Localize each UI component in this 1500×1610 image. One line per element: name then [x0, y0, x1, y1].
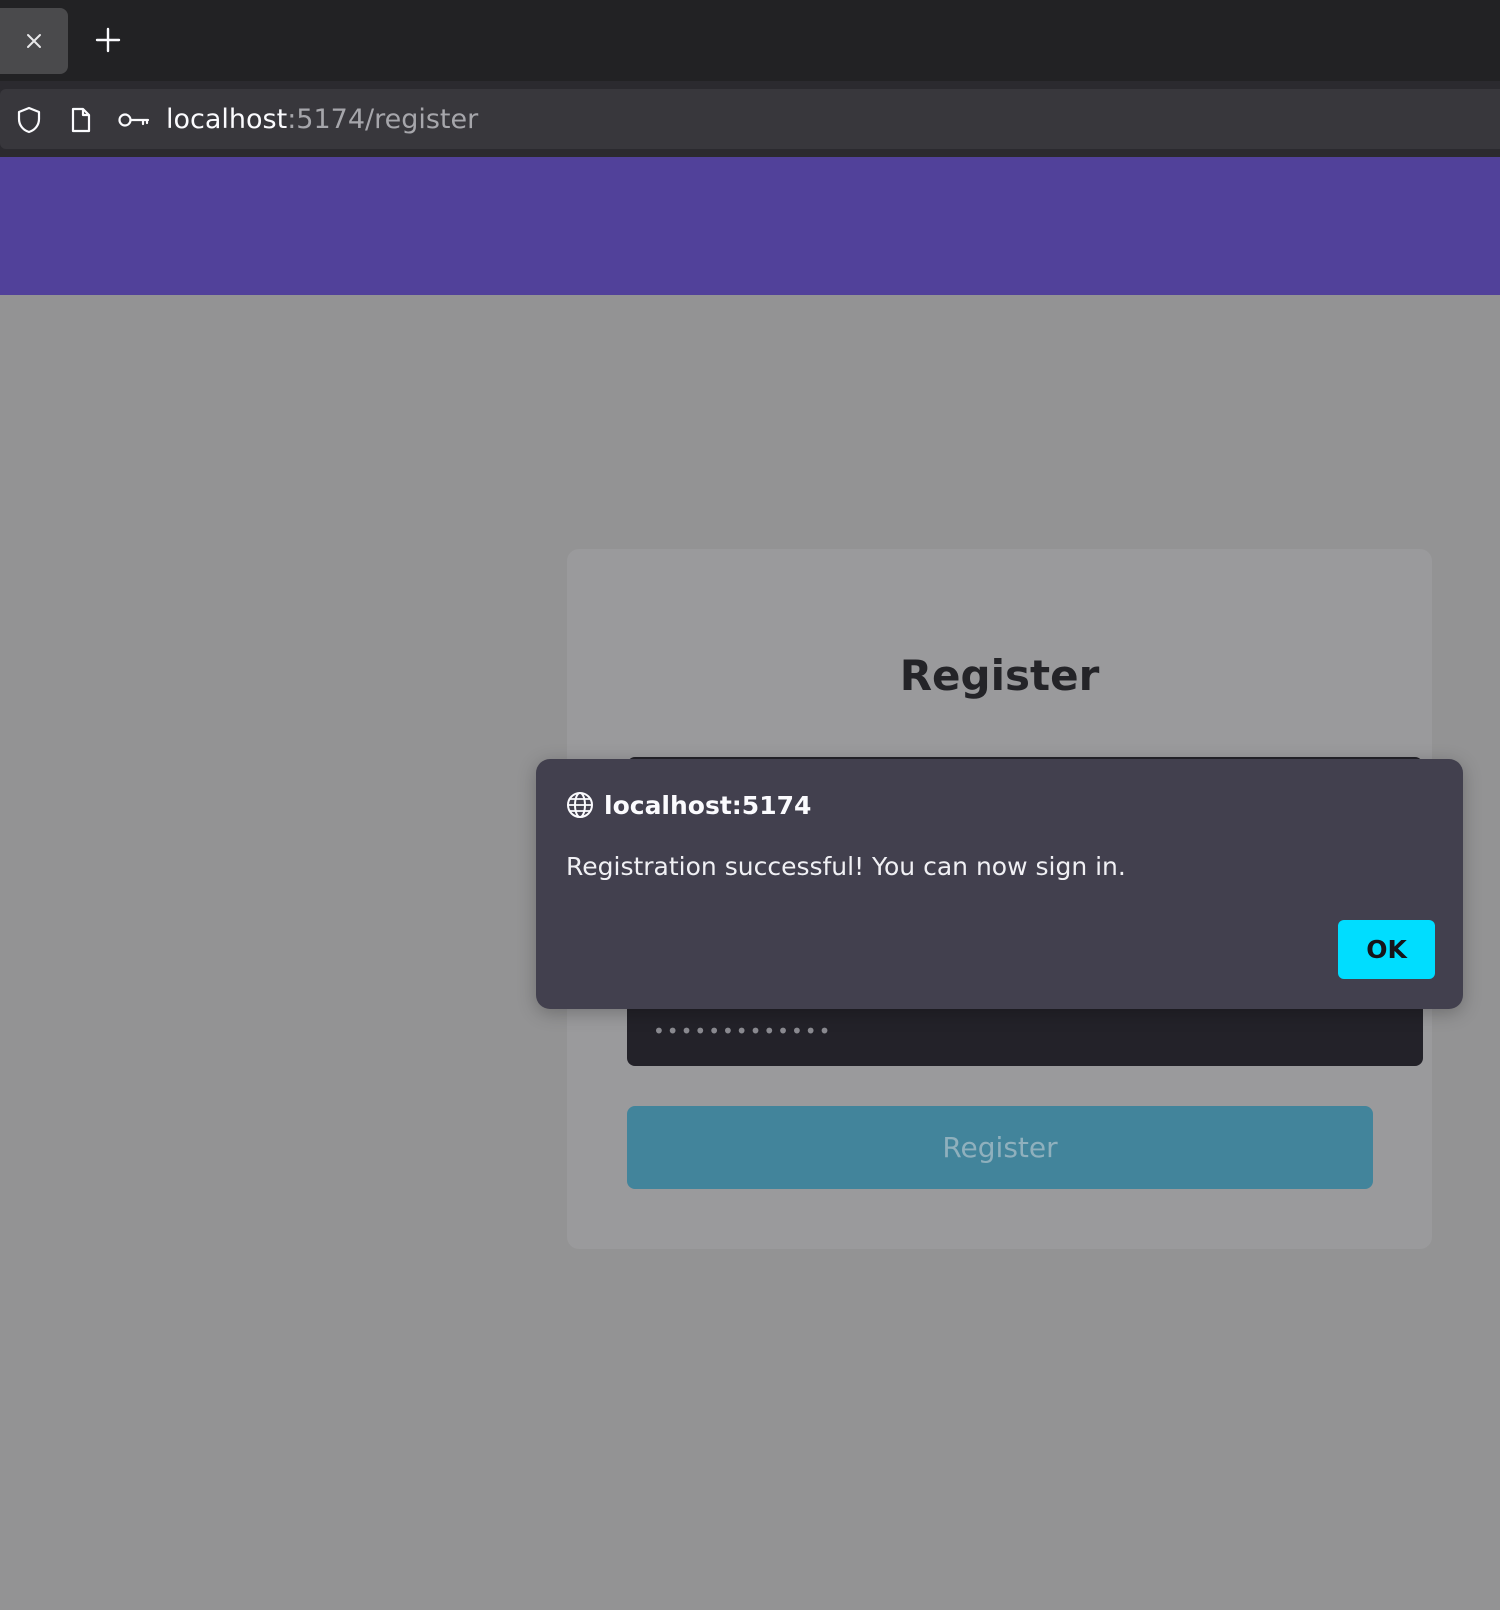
ok-button-label: OK — [1366, 935, 1407, 964]
key-icon[interactable] — [118, 107, 150, 133]
plus-icon[interactable] — [88, 20, 128, 60]
browser-tab[interactable] — [0, 8, 68, 74]
register-button-label: Register — [942, 1131, 1058, 1164]
password-value: ••••••••••••• — [653, 1019, 833, 1043]
page-icon[interactable] — [68, 107, 94, 133]
address-bar[interactable]: localhost:5174/register — [0, 89, 1500, 149]
url-text[interactable]: localhost:5174/register — [166, 103, 478, 137]
register-button[interactable]: Register — [627, 1106, 1373, 1189]
ok-button[interactable]: OK — [1338, 920, 1435, 979]
dialog-origin-text: localhost:5174 — [604, 790, 812, 820]
browser-tab-bar — [0, 0, 1500, 81]
shield-icon[interactable] — [16, 106, 42, 134]
close-icon[interactable] — [25, 32, 43, 50]
alert-dialog: localhost:5174 Registration successful! … — [536, 759, 1463, 1009]
dialog-message: Registration successful! You can now sig… — [566, 852, 1126, 881]
app-header — [0, 157, 1500, 295]
dialog-origin: localhost:5174 — [566, 787, 811, 823]
page-title: Register — [899, 651, 1100, 700]
browser-toolbar: localhost:5174/register — [0, 81, 1500, 157]
url-host: localhost — [166, 104, 288, 135]
globe-icon — [566, 791, 594, 819]
url-path: :5174/register — [287, 104, 479, 135]
